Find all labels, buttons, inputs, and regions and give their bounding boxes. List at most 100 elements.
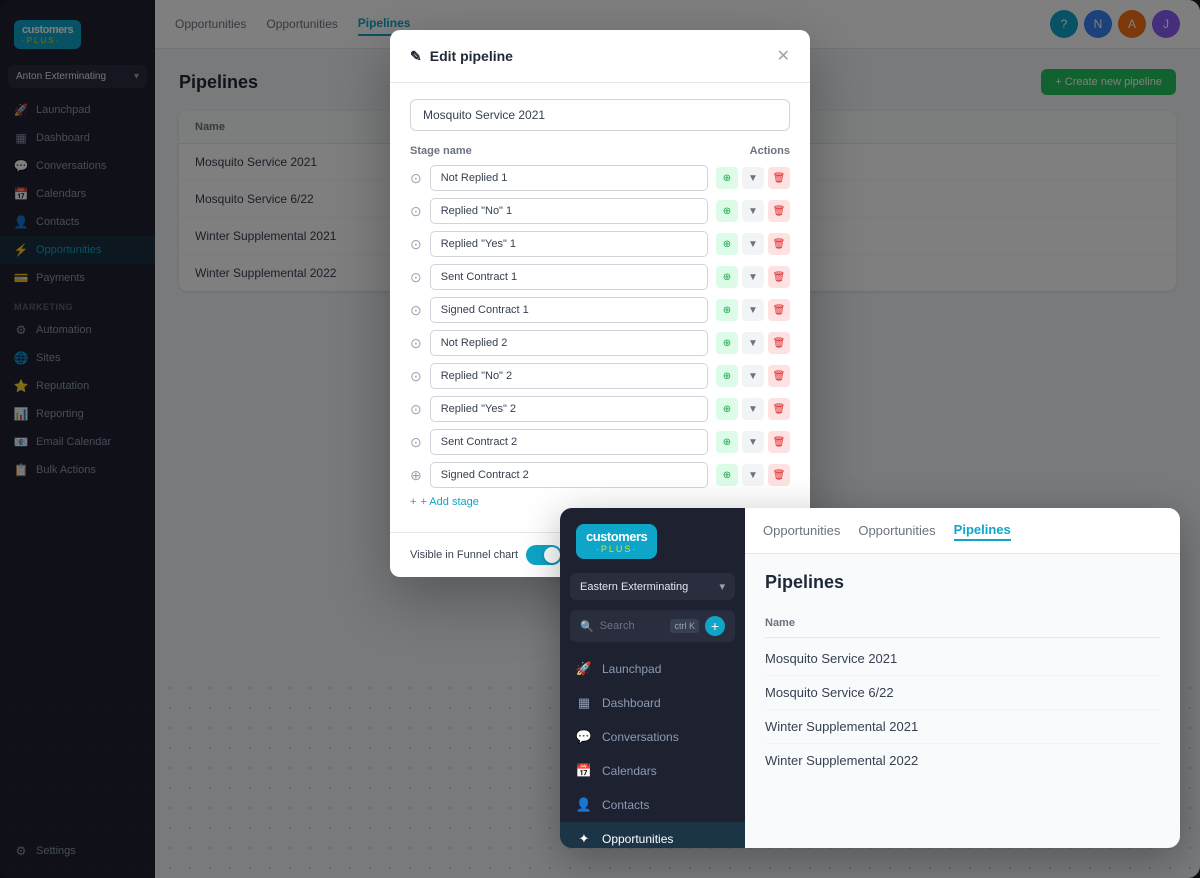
zoom-table-header: Name — [765, 609, 1160, 638]
stage-filter-button[interactable]: ▼ — [742, 398, 764, 420]
drag-icon: ⊙ — [410, 401, 422, 418]
stage-add-button[interactable]: ⊕ — [716, 233, 738, 255]
stage-filter-button[interactable]: ▼ — [742, 299, 764, 321]
stage-input[interactable] — [430, 462, 708, 488]
zoom-tab-opportunities2[interactable]: Opportunities — [858, 521, 935, 540]
zoom-tab-pipelines[interactable]: Pipelines — [954, 520, 1011, 541]
stage-add-button[interactable]: ⊕ — [716, 266, 738, 288]
stage-add-button[interactable]: ⊕ — [716, 299, 738, 321]
stage-input[interactable] — [430, 297, 708, 323]
stage-add-button[interactable]: ⊕ — [716, 464, 738, 486]
stage-delete-button[interactable]: 🗑 — [768, 299, 790, 321]
drag-icon: ⊕ — [410, 467, 422, 484]
pipeline-name: Mosquito Service 6/22 — [765, 685, 894, 700]
stage-filter-button[interactable]: ▼ — [742, 464, 764, 486]
drag-icon: ⊙ — [410, 203, 422, 220]
modal-close-button[interactable]: ✕ — [777, 46, 790, 66]
stage-input[interactable] — [430, 396, 708, 422]
zoom-sidebar-item-launchpad[interactable]: 🚀 Launchpad — [560, 652, 745, 686]
stage-delete-button[interactable]: 🗑 — [768, 167, 790, 189]
zoom-table-row[interactable]: Winter Supplemental 2021 — [765, 710, 1160, 744]
dashboard-icon: ▦ — [576, 695, 592, 711]
stage-row: ⊙ ⊕ ▼ 🗑 — [410, 429, 790, 455]
stage-input[interactable] — [430, 231, 708, 257]
funnel-chart-toggle[interactable] — [526, 545, 562, 565]
edit-pipeline-modal: ✎ Edit pipeline ✕ Stage name Actions ⊙ ⊕… — [390, 30, 810, 577]
drag-icon: ⊙ — [410, 269, 422, 286]
stage-row: ⊙ ⊕ ▼ 🗑 — [410, 396, 790, 422]
zoom-sidebar-item-conversations[interactable]: 💬 Conversations — [560, 720, 745, 754]
stage-row: ⊙ ⊕ ▼ 🗑 — [410, 198, 790, 224]
stage-filter-button[interactable]: ▼ — [742, 365, 764, 387]
modal-header: ✎ Edit pipeline ✕ — [390, 30, 810, 83]
zoom-sidebar-item-opportunities[interactable]: ✦ Opportunities — [560, 822, 745, 848]
zoom-table-row[interactable]: Mosquito Service 6/22 — [765, 676, 1160, 710]
stage-filter-button[interactable]: ▼ — [742, 431, 764, 453]
stage-row: ⊙ ⊕ ▼ 🗑 — [410, 363, 790, 389]
stage-delete-button[interactable]: 🗑 — [768, 200, 790, 222]
drag-icon: ⊙ — [410, 368, 422, 385]
drag-icon: ⊙ — [410, 335, 422, 352]
stage-filter-button[interactable]: ▼ — [742, 200, 764, 222]
zoom-tab-opportunities[interactable]: Opportunities — [763, 521, 840, 540]
stage-actions: ⊕ ▼ 🗑 — [716, 233, 790, 255]
zoom-page-title: Pipelines — [765, 572, 1160, 593]
nav-label: Launchpad — [602, 662, 661, 676]
stage-actions: ⊕ ▼ 🗑 — [716, 365, 790, 387]
add-stage-link[interactable]: + + Add stage — [410, 496, 790, 508]
stage-input[interactable] — [430, 198, 708, 224]
zoom-account[interactable]: Eastern Exterminating ▾ — [570, 573, 735, 600]
zoom-table-row[interactable]: Winter Supplemental 2022 — [765, 744, 1160, 777]
search-placeholder: Search — [600, 620, 665, 632]
stage-input[interactable] — [430, 429, 708, 455]
stage-add-button[interactable]: ⊕ — [716, 167, 738, 189]
pipeline-name-input[interactable] — [410, 99, 790, 131]
add-button[interactable]: + — [705, 616, 725, 636]
stage-actions: ⊕ ▼ 🗑 — [716, 464, 790, 486]
plus-icon: + — [410, 496, 416, 508]
stage-actions: ⊕ ▼ 🗑 — [716, 398, 790, 420]
funnel-chart-label: Visible in Funnel chart — [410, 549, 518, 561]
stage-input[interactable] — [430, 165, 708, 191]
stage-actions: ⊕ ▼ 🗑 — [716, 431, 790, 453]
stage-delete-button[interactable]: 🗑 — [768, 233, 790, 255]
zoom-sidebar-item-dashboard[interactable]: ▦ Dashboard — [560, 686, 745, 720]
pipeline-name: Mosquito Service 2021 — [765, 651, 897, 666]
stage-delete-button[interactable]: 🗑 — [768, 365, 790, 387]
kbd-badge: ctrl K — [670, 619, 699, 633]
funnel-chart-toggle-group: Visible in Funnel chart — [410, 545, 562, 565]
stage-delete-button[interactable]: 🗑 — [768, 266, 790, 288]
stage-input[interactable] — [430, 264, 708, 290]
stage-input[interactable] — [430, 363, 708, 389]
stage-delete-button[interactable]: 🗑 — [768, 464, 790, 486]
stage-delete-button[interactable]: 🗑 — [768, 332, 790, 354]
stage-add-button[interactable]: ⊕ — [716, 365, 738, 387]
stage-delete-button[interactable]: 🗑 — [768, 431, 790, 453]
nav-label: Contacts — [602, 798, 649, 812]
stage-filter-button[interactable]: ▼ — [742, 167, 764, 189]
stage-delete-button[interactable]: 🗑 — [768, 398, 790, 420]
stage-add-button[interactable]: ⊕ — [716, 398, 738, 420]
zoom-logo-text: customers — [586, 529, 647, 544]
edit-icon: ✎ — [410, 48, 422, 65]
stage-add-button[interactable]: ⊕ — [716, 332, 738, 354]
zoom-logo-sub: ·PLUS· — [586, 544, 647, 554]
stage-filter-button[interactable]: ▼ — [742, 266, 764, 288]
zoom-search[interactable]: 🔍 Search ctrl K + — [570, 610, 735, 642]
opportunities-icon: ✦ — [576, 831, 592, 847]
zoom-table-row[interactable]: Mosquito Service 2021 — [765, 642, 1160, 676]
stage-filter-button[interactable]: ▼ — [742, 332, 764, 354]
pipeline-name: Winter Supplemental 2022 — [765, 753, 918, 768]
stage-actions: ⊕ ▼ 🗑 — [716, 167, 790, 189]
stage-actions: ⊕ ▼ 🗑 — [716, 332, 790, 354]
stage-add-button[interactable]: ⊕ — [716, 200, 738, 222]
actions-label: Actions — [750, 145, 790, 157]
stage-row: ⊙ ⊕ ▼ 🗑 — [410, 165, 790, 191]
stage-filter-button[interactable]: ▼ — [742, 233, 764, 255]
calendars-icon: 📅 — [576, 763, 592, 779]
zoom-sidebar-item-contacts[interactable]: 👤 Contacts — [560, 788, 745, 822]
zoom-sidebar-item-calendars[interactable]: 📅 Calendars — [560, 754, 745, 788]
drag-icon: ⊙ — [410, 236, 422, 253]
stage-input[interactable] — [430, 330, 708, 356]
stage-add-button[interactable]: ⊕ — [716, 431, 738, 453]
